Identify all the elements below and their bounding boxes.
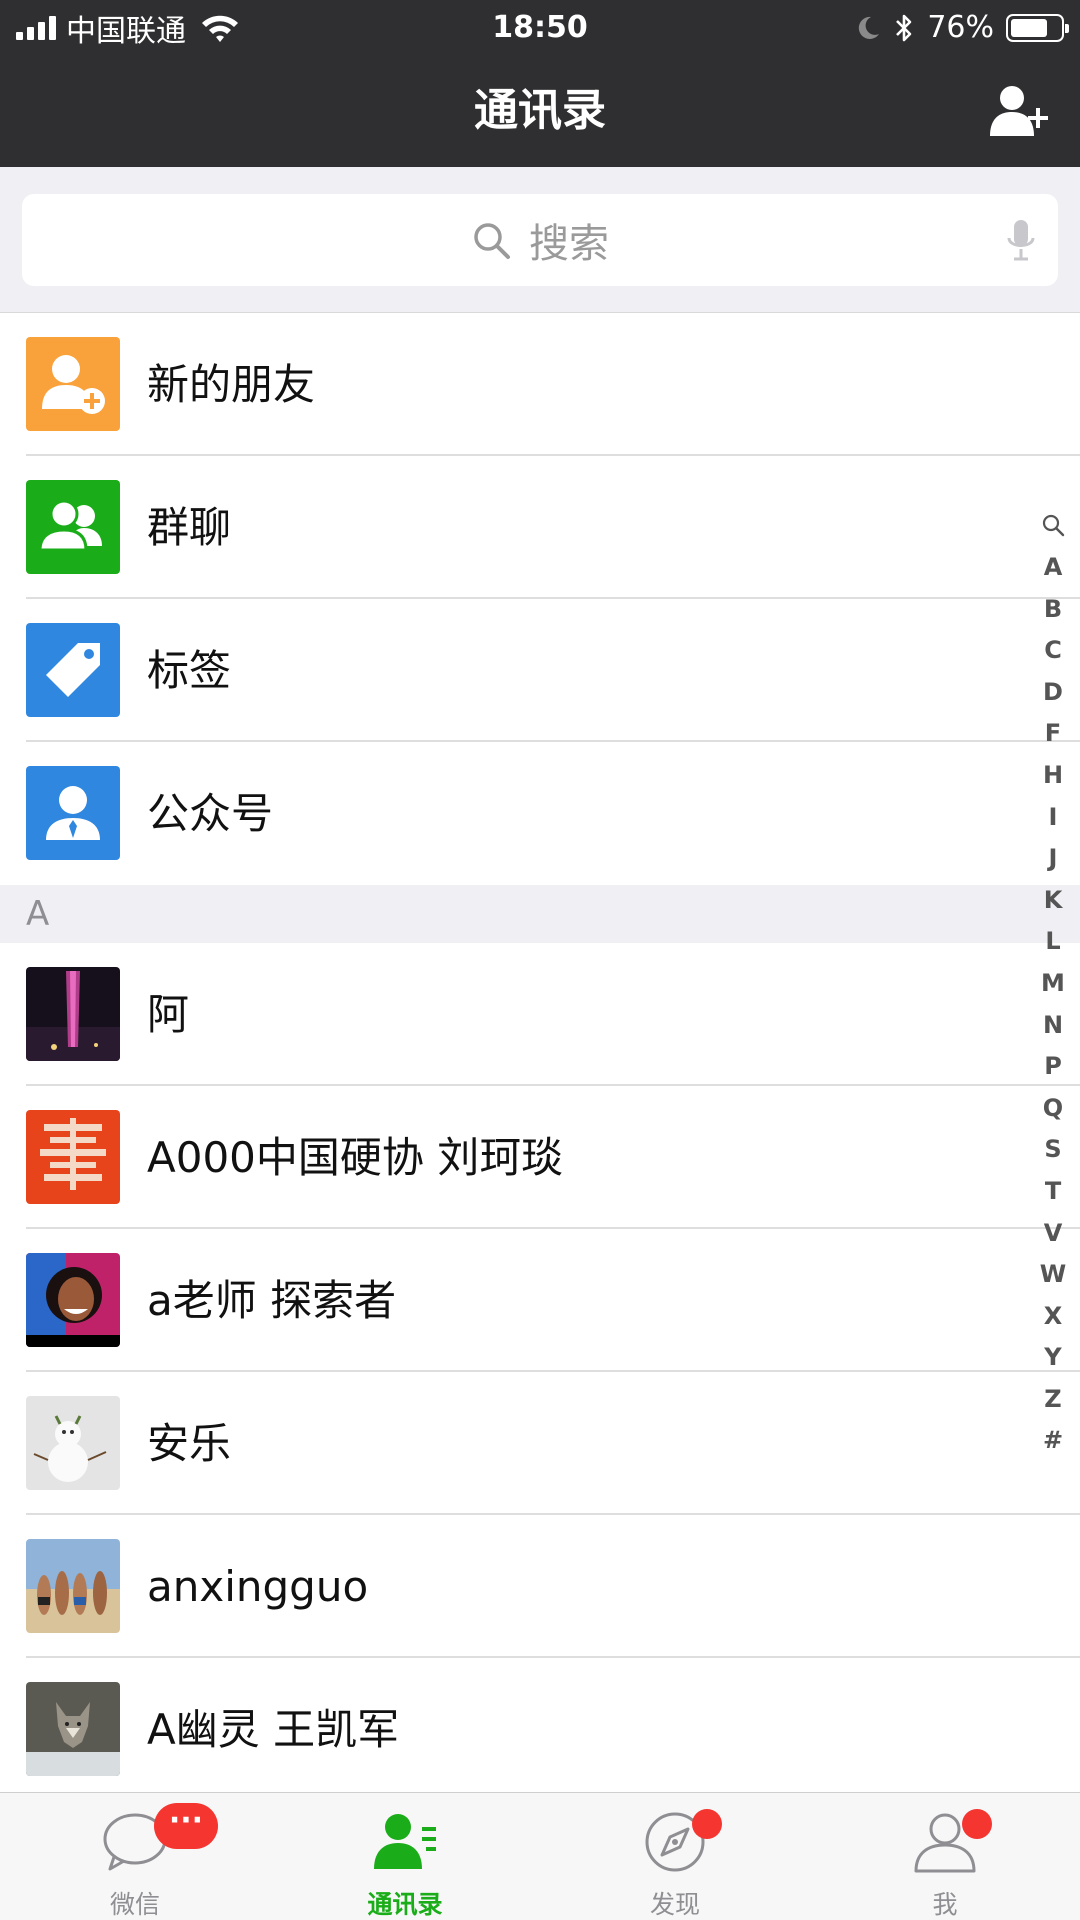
contact-row[interactable]: anxingguo	[0, 1515, 1080, 1658]
index-letter[interactable]: I	[1049, 797, 1058, 839]
search-placeholder: 搜索	[529, 221, 609, 267]
new-friend-icon	[26, 337, 120, 431]
avatar	[26, 1539, 120, 1633]
avatar	[26, 1396, 120, 1490]
index-letter[interactable]: C	[1044, 630, 1062, 672]
new-friends-item[interactable]: 新的朋友	[0, 313, 1080, 456]
tab-me[interactable]: 我	[810, 1793, 1080, 1920]
battery-icon	[1006, 13, 1069, 42]
tab-label: 通讯录	[367, 1890, 443, 1919]
search-icon	[474, 223, 510, 259]
battery-fill	[1011, 18, 1048, 37]
index-letter[interactable]: A	[1044, 547, 1063, 589]
unread-badge: ···	[154, 1803, 218, 1849]
alphabet-index-bar[interactable]: A B C D F H I J K L M N P Q S T V W X Y Z #	[1038, 505, 1068, 1462]
add-contact-icon[interactable]	[988, 84, 1052, 138]
new-indicator-dot	[962, 1809, 992, 1839]
index-letter[interactable]: J	[1049, 838, 1058, 880]
tag-icon	[26, 623, 120, 717]
tab-label: 微信	[109, 1890, 160, 1919]
index-letter[interactable]: P	[1044, 1046, 1062, 1088]
contact-name: 安乐	[147, 1419, 232, 1468]
index-letter[interactable]: V	[1044, 1213, 1063, 1255]
section-header: A	[0, 885, 1080, 943]
index-letter[interactable]: W	[1040, 1254, 1066, 1296]
contact-row[interactable]: 安乐	[0, 1372, 1080, 1515]
index-letter[interactable]: Q	[1043, 1088, 1063, 1130]
index-letter[interactable]: B	[1044, 589, 1062, 631]
list-item-label: 标签	[147, 646, 232, 695]
index-letter[interactable]: F	[1045, 713, 1061, 755]
contact-name: A幽灵 王凯军	[147, 1705, 400, 1754]
official-accounts-item[interactable]: 公众号	[0, 742, 1080, 885]
contact-row[interactable]: A000中国硬协 刘珂琰	[0, 1086, 1080, 1229]
list-item-label: 公众号	[147, 789, 274, 838]
index-letter[interactable]: N	[1043, 1005, 1063, 1047]
contact-name: A000中国硬协 刘珂琰	[147, 1133, 564, 1182]
avatar	[26, 1253, 120, 1347]
search-inner: 搜索	[22, 194, 1058, 286]
tags-item[interactable]: 标签	[0, 599, 1080, 742]
index-search-icon[interactable]	[1041, 513, 1065, 537]
microphone-icon[interactable]	[1006, 218, 1036, 262]
group-chats-item[interactable]: 群聊	[0, 456, 1080, 599]
avatar	[26, 967, 120, 1061]
contact-name: anxingguo	[147, 1562, 369, 1611]
index-letter[interactable]: Z	[1044, 1379, 1061, 1421]
contact-name: a老师 探索者	[147, 1276, 397, 1325]
contact-row[interactable]: 阿	[0, 943, 1080, 1086]
tab-label: 我	[932, 1890, 958, 1919]
index-letter[interactable]: Y	[1044, 1337, 1061, 1379]
tab-contacts[interactable]: 通讯录	[270, 1793, 540, 1920]
do-not-disturb-moon-icon	[859, 16, 880, 39]
status-right: 76%	[855, 0, 1069, 55]
tab-bar: ··· 微信 通讯录 发现 我	[0, 1792, 1080, 1920]
contacts-screen: 中国联通 18:50 76% 通讯录 搜索 新的朋友 群聊 标签 公众号 A 阿…	[0, 0, 1080, 1920]
group-chat-icon	[26, 480, 120, 574]
battery-percent: 76%	[927, 10, 994, 45]
index-letter[interactable]: D	[1043, 672, 1063, 714]
index-letter[interactable]: S	[1044, 1129, 1061, 1171]
bluetooth-icon	[896, 14, 912, 41]
contacts-list: 新的朋友 群聊 标签 公众号 A 阿 A000中国硬协 刘珂琰 a老师 探索者 …	[0, 313, 1080, 1801]
contact-row[interactable]: A幽灵 王凯军	[0, 1658, 1080, 1801]
tab-chats[interactable]: ··· 微信	[0, 1793, 270, 1920]
search-input[interactable]: 搜索	[22, 194, 1058, 286]
list-item-label: 群聊	[147, 503, 232, 552]
index-letter[interactable]: X	[1044, 1296, 1063, 1338]
index-letter[interactable]: H	[1043, 755, 1063, 797]
index-letter[interactable]: K	[1044, 880, 1063, 922]
new-indicator-dot	[692, 1809, 722, 1839]
tab-label: 发现	[649, 1890, 700, 1919]
search-area: 搜索	[0, 167, 1080, 313]
list-item-label: 新的朋友	[147, 360, 316, 409]
tab-discover[interactable]: 发现	[540, 1793, 810, 1920]
status-bar: 中国联通 18:50 76%	[0, 0, 1080, 55]
contact-name: 阿	[147, 990, 190, 1039]
navigation-bar: 通讯录	[0, 55, 1080, 167]
page-title: 通讯录	[474, 85, 606, 136]
avatar	[26, 1110, 120, 1204]
contact-row[interactable]: a老师 探索者	[0, 1229, 1080, 1372]
index-letter[interactable]: L	[1045, 921, 1060, 963]
official-account-icon	[26, 766, 120, 860]
contacts-icon	[374, 1814, 436, 1869]
avatar	[26, 1682, 120, 1776]
index-letter[interactable]: M	[1041, 963, 1065, 1005]
index-letter[interactable]: #	[1043, 1420, 1063, 1462]
index-letter[interactable]: T	[1045, 1171, 1061, 1213]
battery-tip	[1065, 23, 1069, 33]
